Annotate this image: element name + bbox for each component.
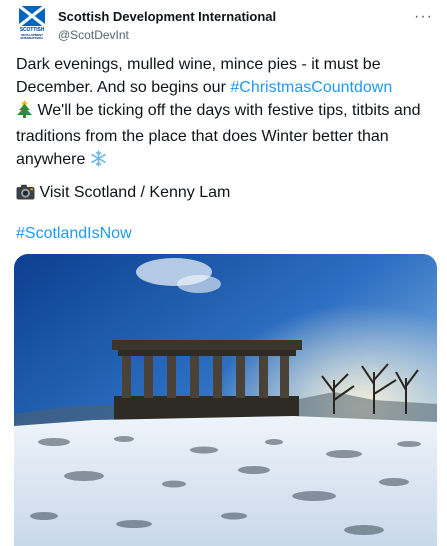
national-monument-snow-image — [14, 254, 437, 546]
tweet-card[interactable]: SCOTTISH DEVELOPMENT INTERNATIONAL Scott… — [0, 0, 447, 546]
photo-credit-text: Visit Scotland / Kenny Lam — [35, 184, 231, 201]
avatar-logo-text: SCOTTISH DEVELOPMENT INTERNATIONAL — [19, 27, 45, 40]
hashtag-scotland-is-now[interactable]: #ScotlandIsNow — [16, 225, 132, 242]
more-options-button[interactable]: ··· — [414, 8, 433, 26]
christmas-tree-icon — [16, 100, 33, 125]
hashtag-scotland-is-now-line: #ScotlandIsNow — [16, 222, 132, 245]
hashtag-christmas-countdown[interactable]: #ChristmasCountdown — [230, 79, 392, 96]
camera-icon — [16, 184, 35, 207]
display-name[interactable]: Scottish Development International — [58, 9, 276, 24]
snowflake-icon — [90, 150, 107, 174]
user-handle[interactable]: @ScotDevInt — [58, 28, 129, 42]
tweet-text: Dark evenings, mulled wine, mince pies -… — [16, 53, 436, 174]
tweet-photo[interactable] — [14, 254, 437, 546]
photo-credit: Visit Scotland / Kenny Lam — [16, 181, 230, 207]
avatar[interactable]: SCOTTISH DEVELOPMENT INTERNATIONAL — [16, 6, 48, 44]
saltire-flag-icon — [19, 6, 45, 26]
tweet-text-part2: We'll be ticking off the days with festi… — [16, 102, 421, 168]
